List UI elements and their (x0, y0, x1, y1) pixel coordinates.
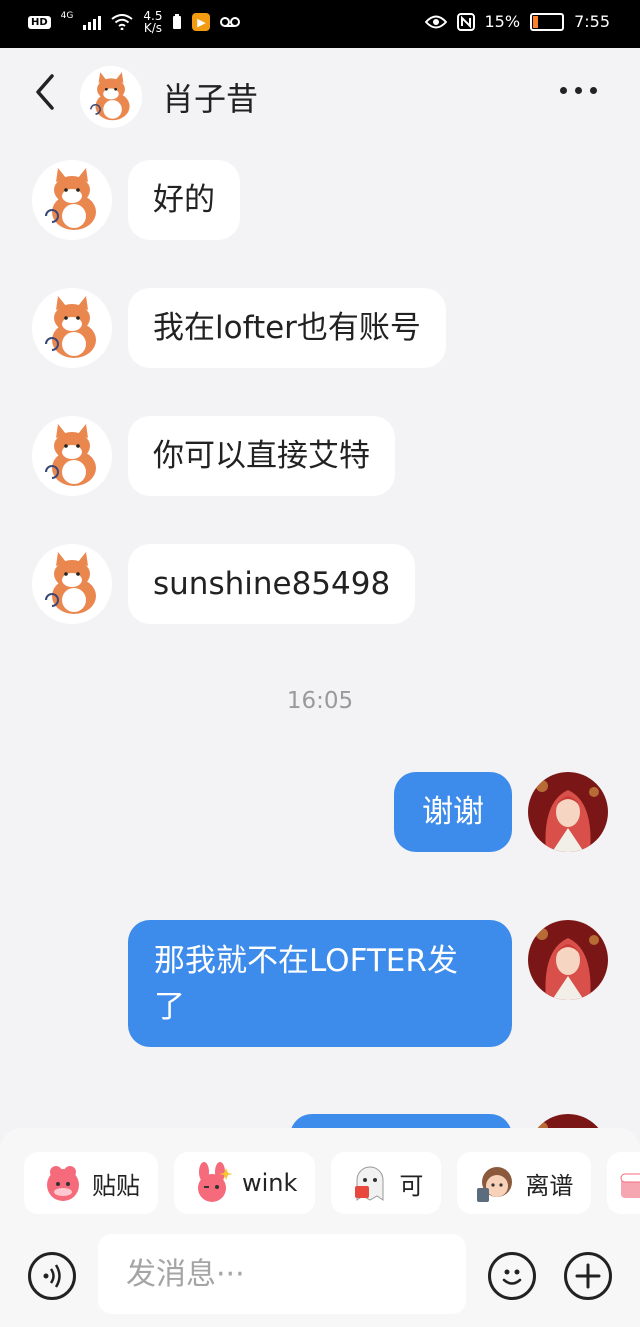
my-avatar[interactable] (528, 772, 608, 852)
message-text-line: 那我就不在LOFTER发 (154, 943, 458, 979)
sender-avatar[interactable] (32, 416, 112, 496)
message-text-line: 了 (154, 989, 185, 1025)
emoji-icon[interactable] (488, 1252, 536, 1300)
eye-icon (424, 15, 447, 28)
sender-avatar[interactable] (32, 160, 112, 240)
fox-avatar-icon (32, 544, 112, 624)
contact-name[interactable]: 肖子昔 (162, 74, 258, 120)
character-avatar-icon (528, 772, 608, 852)
back-arrow-icon[interactable] (30, 72, 60, 112)
hd-badge: HD (28, 15, 51, 29)
message-bubble-outgoing[interactable]: 谢谢 (394, 772, 512, 852)
my-avatar[interactable] (528, 920, 608, 1000)
sticker-label: 贴贴 (92, 1171, 140, 1200)
battery-percent: 15% (484, 12, 521, 31)
chat-header: 肖子昔 (0, 48, 640, 140)
sticker-suggestions: 贴贴 wink 可 离谱 (24, 1152, 640, 1214)
ghost-sticker-icon (355, 1166, 384, 1201)
sticker-wink[interactable]: wink (174, 1152, 316, 1214)
net-speed-unit: K/s (143, 21, 162, 35)
message-input[interactable] (98, 1234, 466, 1314)
status-bar: HD 4G 4.5 K/s ▶ 15% 7:55 (0, 0, 640, 48)
character-avatar-icon (528, 920, 608, 1000)
nfc-icon (456, 12, 475, 31)
message-bubble-incoming[interactable]: 好的 (128, 160, 240, 240)
more-options-icon[interactable] (560, 78, 604, 102)
voice-icon[interactable] (28, 1252, 76, 1300)
message-bubble-incoming[interactable]: 我在lofter也有账号 (128, 288, 446, 368)
battery-icon (530, 12, 565, 31)
sticker-ke[interactable]: 可 (331, 1152, 442, 1214)
message-bubble-outgoing[interactable]: 那我就不在LOFTER发 了 (128, 920, 512, 1047)
sticker-label: 可 (399, 1171, 424, 1200)
sender-avatar[interactable] (32, 544, 112, 624)
fox-avatar-icon (32, 288, 112, 368)
sticker-lipu[interactable]: 离谱 (457, 1152, 592, 1214)
fox-avatar-icon (80, 66, 142, 128)
signal-icon (83, 14, 102, 30)
girl-sticker-icon (477, 1167, 513, 1202)
composer-panel: 贴贴 wink 可 离谱 (0, 1128, 640, 1327)
sticker-more[interactable] (607, 1152, 640, 1214)
sender-avatar[interactable] (32, 288, 112, 368)
sticker-label: 离谱 (525, 1171, 574, 1200)
input-row (0, 1234, 640, 1314)
net-speed: 4.5 K/s (143, 10, 162, 34)
fox-avatar-icon (32, 416, 112, 496)
contact-avatar[interactable] (80, 66, 142, 128)
sim-icon (173, 14, 182, 29)
bunny-wink-sticker-icon (198, 1162, 233, 1202)
fox-avatar-icon (32, 160, 112, 240)
message-timestamp: 16:05 (286, 688, 354, 714)
sticker-label: wink (242, 1169, 298, 1197)
hug-sticker-icon (47, 1166, 79, 1201)
voicemail-icon (220, 17, 241, 27)
cake-sticker-icon (620, 1173, 640, 1198)
clock: 7:55 (574, 12, 610, 31)
video-app-icon: ▶ (192, 13, 211, 31)
message-bubble-incoming[interactable]: 你可以直接艾特 (128, 416, 395, 496)
network-type: 4G (60, 11, 74, 21)
sticker-tietie[interactable]: 贴贴 (24, 1152, 158, 1214)
wifi-icon (111, 14, 133, 30)
message-bubble-incoming[interactable]: sunshine85498 (128, 544, 416, 624)
add-icon[interactable] (564, 1252, 612, 1300)
